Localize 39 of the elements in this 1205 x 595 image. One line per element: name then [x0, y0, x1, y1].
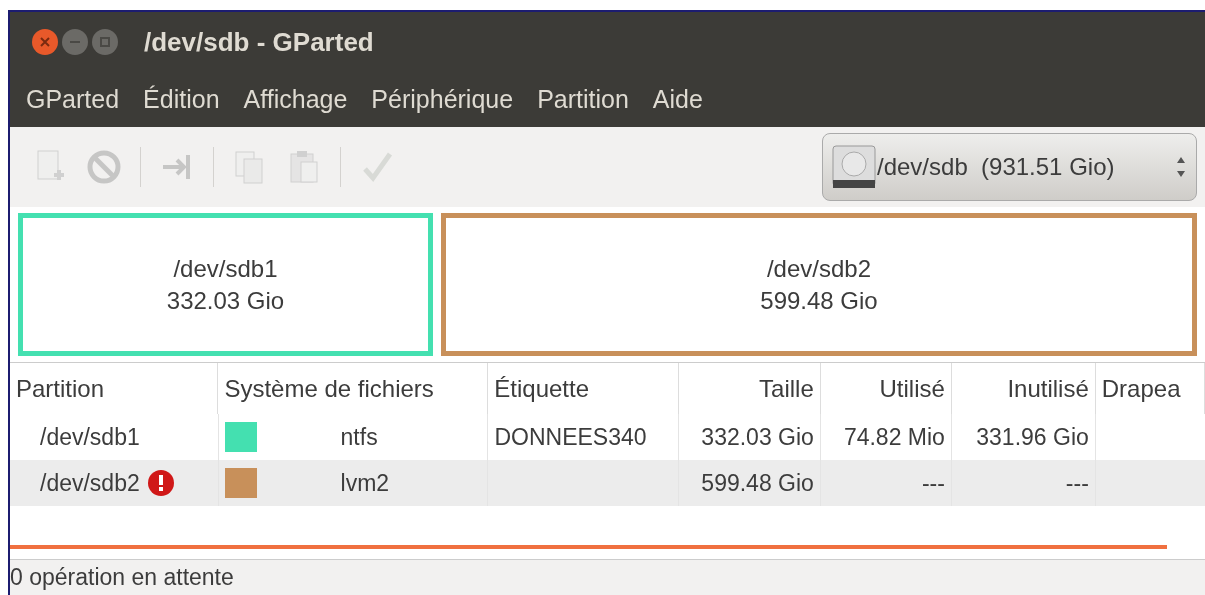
- close-icon: [40, 37, 50, 47]
- column-header[interactable]: Taille: [759, 370, 814, 407]
- maximize-button[interactable]: [92, 29, 118, 55]
- partition-name: /dev/sdb1: [173, 253, 278, 284]
- table-cell-text: ---: [921, 468, 945, 498]
- menu-item[interactable]: GParted: [26, 80, 120, 119]
- menu-item[interactable]: Périphérique: [371, 80, 514, 119]
- partition-block[interactable]: /dev/sdb1 332.03 Gio: [18, 213, 433, 356]
- minimize-button[interactable]: [62, 29, 88, 55]
- column-header[interactable]: Partition: [16, 370, 105, 407]
- window-title: /dev/sdb - GParted: [144, 25, 374, 59]
- partition-name: /dev/sdb2: [766, 253, 872, 284]
- maximize-icon: [100, 37, 110, 47]
- minimize-icon: [70, 40, 80, 44]
- table-cell-text: /dev/sdb1: [40, 422, 140, 452]
- menu-item[interactable]: Aide: [652, 80, 703, 119]
- column-header[interactable]: Inutilisé: [1007, 370, 1089, 407]
- table-cell-text: 332.03 Gio: [701, 422, 814, 452]
- status-text: 0 opération en attente: [10, 563, 234, 593]
- table-cell-text: 74.82 Mio: [843, 422, 945, 452]
- table-cell-text: /dev/sdb2: [40, 468, 140, 498]
- partition-size: 332.03 Gio: [166, 285, 285, 316]
- menu-item[interactable]: Partition: [537, 80, 629, 119]
- table-cell-text: DONNEES340: [494, 422, 647, 452]
- table-cell-text: 331.96 Gio: [976, 422, 1089, 452]
- table-cell-text: 599.48 Gio: [701, 468, 814, 498]
- device-selector[interactable]: /dev/sdb (931.51 Gio): [822, 133, 1197, 201]
- table-cell: ntfs: [340, 423, 378, 450]
- column-header[interactable]: Étiquette: [494, 370, 590, 407]
- menu-item[interactable]: Édition: [143, 80, 220, 119]
- partition-block[interactable]: /dev/sdb2 599.48 Gio: [441, 213, 1197, 356]
- column-header[interactable]: Utilisé: [879, 370, 945, 407]
- table-cell: lvm2: [340, 469, 390, 496]
- column-header[interactable]: Drapea: [1101, 370, 1181, 407]
- table-cell-text: ---: [1065, 468, 1089, 498]
- column-header[interactable]: Système de fichiers: [224, 370, 434, 407]
- close-button[interactable]: [32, 29, 58, 55]
- partition-size: 599.48 Gio: [760, 285, 878, 316]
- menu-item[interactable]: Affichage: [243, 80, 348, 119]
